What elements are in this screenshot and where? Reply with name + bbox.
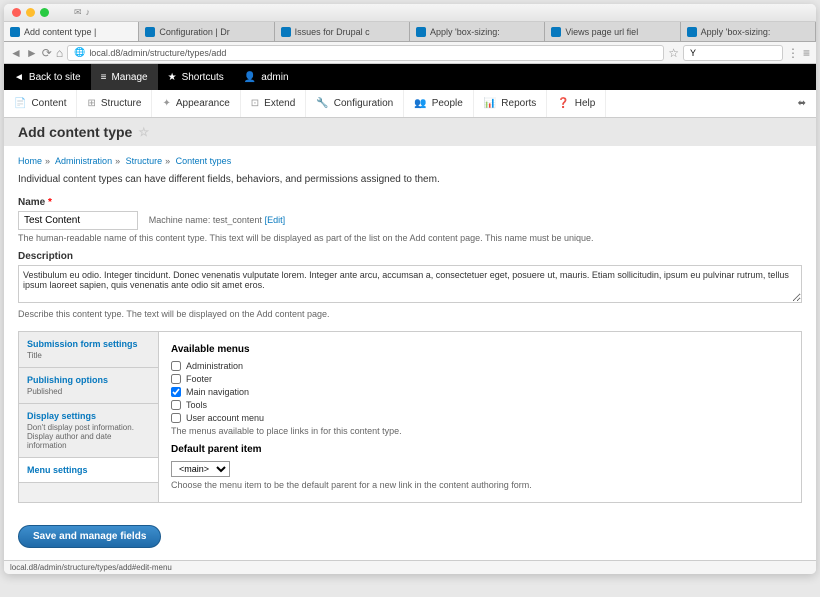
parent-help: Choose the menu item to be the default p…: [171, 480, 789, 490]
menu-appearance[interactable]: ✦Appearance: [152, 90, 240, 117]
breadcrumb-link[interactable]: Home: [18, 156, 42, 166]
browser-tab[interactable]: Configuration | Dr: [139, 22, 274, 41]
description-input[interactable]: [18, 265, 802, 303]
breadcrumb-link[interactable]: Content types: [176, 156, 232, 166]
user-button[interactable]: 👤admin: [234, 64, 299, 90]
menu-structure[interactable]: ⊞Structure: [77, 90, 152, 117]
menu-icon[interactable]: ⋮: [787, 46, 799, 60]
maximize-window-icon[interactable]: [40, 8, 49, 17]
menu-configuration[interactable]: 🔧Configuration: [306, 90, 404, 117]
chart-icon: 📊: [484, 98, 496, 109]
drupal-icon: [551, 27, 561, 37]
menu-content[interactable]: 📄Content: [4, 90, 77, 117]
available-menus-title: Available menus: [171, 344, 789, 355]
minimize-window-icon[interactable]: [26, 8, 35, 17]
name-help: The human-readable name of this content …: [18, 233, 802, 243]
help-icon: ❓: [557, 98, 569, 109]
description-help: Describe this content type. The text wil…: [18, 309, 802, 319]
menu-icon[interactable]: ≡: [803, 46, 810, 60]
reload-icon[interactable]: ⟳: [42, 46, 52, 60]
menu-checkbox-main-nav[interactable]: [171, 387, 181, 397]
menu-reports[interactable]: 📊Reports: [474, 90, 547, 117]
window-titlebar: ✉♪: [4, 4, 816, 22]
vtab-publishing[interactable]: Publishing optionsPublished: [19, 368, 158, 404]
menu-checkbox-administration[interactable]: [171, 361, 181, 371]
close-window-icon[interactable]: [12, 8, 21, 17]
vertical-tabs: Submission form settingsTitle Publishing…: [18, 331, 802, 503]
name-input[interactable]: [18, 211, 138, 230]
page-title: Add content type ☆: [4, 118, 816, 146]
wand-icon: ✦: [162, 98, 170, 109]
drupal-icon: [10, 27, 20, 37]
browser-tab[interactable]: Add content type |: [4, 22, 139, 41]
checkbox-label: Footer: [186, 374, 212, 384]
intro-text: Individual content types can have differ…: [18, 174, 802, 185]
drupal-icon: [281, 27, 291, 37]
vtab-menu[interactable]: Menu settings: [19, 458, 158, 483]
structure-icon: ⊞: [87, 98, 95, 109]
status-bar: local.d8/admin/structure/types/add#edit-…: [4, 560, 816, 574]
drupal-icon: [687, 27, 697, 37]
name-label: Name *: [18, 197, 802, 208]
toolbar-icon: ✉: [74, 7, 82, 18]
puzzle-icon: ⊡: [251, 98, 259, 109]
description-label: Description: [18, 251, 802, 262]
forward-icon[interactable]: ►: [26, 46, 38, 60]
checkbox-label: Tools: [186, 400, 207, 410]
parent-label: Default parent item: [171, 444, 789, 455]
breadcrumb: Home» Administration» Structure» Content…: [18, 156, 802, 166]
back-icon[interactable]: ◄: [10, 46, 22, 60]
menu-checkbox-user-account[interactable]: [171, 413, 181, 423]
checkbox-label: Main navigation: [186, 387, 249, 397]
browser-tab[interactable]: Apply 'box-sizing:: [410, 22, 545, 41]
back-arrow-icon: ◄: [14, 72, 24, 83]
user-icon: 👤: [244, 72, 256, 83]
browser-tab[interactable]: Views page url fiel: [545, 22, 680, 41]
menu-checkbox-tools[interactable]: [171, 400, 181, 410]
breadcrumb-link[interactable]: Administration: [55, 156, 112, 166]
menu-checkbox-footer[interactable]: [171, 374, 181, 384]
menu-people[interactable]: 👥People: [404, 90, 474, 117]
url-input[interactable]: 🌐local.d8/admin/structure/types/add: [67, 45, 664, 61]
collapse-icon[interactable]: ⬌: [788, 98, 816, 109]
machine-name: Machine name: test_content: [149, 215, 262, 225]
toolbar-icon: ♪: [86, 7, 91, 18]
manage-button[interactable]: ≡Manage: [91, 64, 158, 90]
admin-toolbar: ◄Back to site ≡Manage ★Shortcuts 👤admin: [4, 64, 816, 90]
shortcuts-button[interactable]: ★Shortcuts: [158, 64, 234, 90]
drupal-icon: [145, 27, 155, 37]
parent-select[interactable]: <main>: [171, 461, 230, 477]
checkbox-label: Administration: [186, 361, 243, 371]
home-icon[interactable]: ⌂: [56, 46, 63, 60]
breadcrumb-link[interactable]: Structure: [126, 156, 163, 166]
browser-tabs: Add content type | Configuration | Dr Is…: [4, 22, 816, 42]
menu-help[interactable]: ❓Help: [547, 90, 606, 117]
vtab-submission-form[interactable]: Submission form settingsTitle: [19, 332, 158, 368]
admin-menu: 📄Content ⊞Structure ✦Appearance ⊡Extend …: [4, 90, 816, 118]
hamburger-icon: ≡: [101, 72, 107, 83]
browser-tab[interactable]: Issues for Drupal c: [275, 22, 410, 41]
save-button[interactable]: Save and manage fields: [18, 525, 161, 548]
vtab-display[interactable]: Display settingsDon't display post infor…: [19, 404, 158, 458]
globe-icon: 🌐: [74, 47, 85, 58]
browser-tab[interactable]: Apply 'box-sizing:: [681, 22, 816, 41]
wrench-icon: 🔧: [316, 98, 328, 109]
search-input[interactable]: Y: [683, 45, 783, 61]
menus-help: The menus available to place links in fo…: [171, 426, 789, 436]
drupal-icon: [416, 27, 426, 37]
back-to-site-button[interactable]: ◄Back to site: [4, 64, 91, 90]
menu-extend[interactable]: ⊡Extend: [241, 90, 307, 117]
people-icon: 👥: [414, 98, 426, 109]
star-icon: ★: [168, 72, 177, 83]
favorite-icon[interactable]: ☆: [138, 125, 149, 139]
address-bar: ◄ ► ⟳ ⌂ 🌐local.d8/admin/structure/types/…: [4, 42, 816, 64]
edit-machine-name-link[interactable]: [Edit]: [265, 215, 286, 225]
bookmark-icon[interactable]: ☆: [668, 46, 679, 60]
checkbox-label: User account menu: [186, 413, 264, 423]
file-icon: 📄: [14, 98, 26, 109]
